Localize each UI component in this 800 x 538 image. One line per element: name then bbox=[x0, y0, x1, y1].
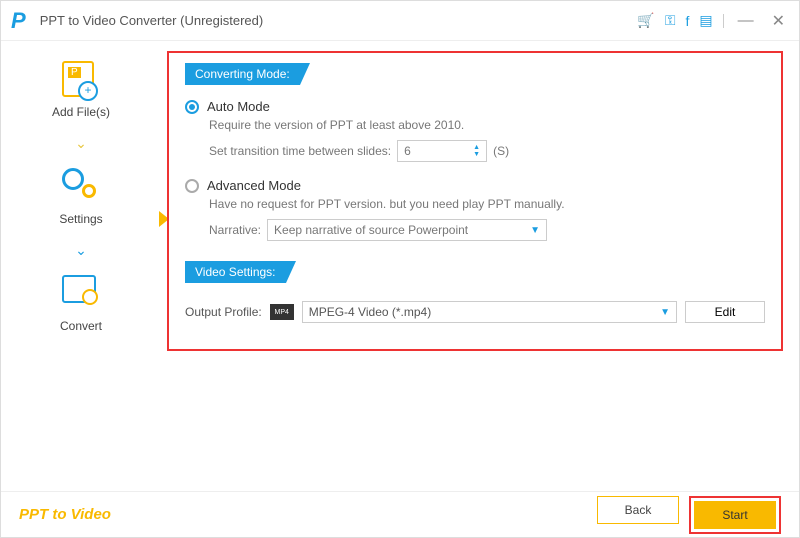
radio-advanced-mode[interactable] bbox=[185, 179, 199, 193]
output-profile-select[interactable]: MPEG-4 Video (*.mp4) ▼ bbox=[302, 301, 677, 323]
advanced-mode-block: Advanced Mode Have no request for PPT ve… bbox=[185, 178, 765, 241]
output-profile-label: Output Profile: bbox=[185, 305, 262, 319]
sidebar-convert[interactable]: Convert bbox=[60, 275, 102, 333]
brand-label: PPT to Video bbox=[19, 506, 111, 523]
facebook-icon[interactable]: f bbox=[685, 13, 689, 29]
narrative-select[interactable]: Keep narrative of source Powerpoint ▼ bbox=[267, 219, 547, 241]
window-title: PPT to Video Converter (Unregistered) bbox=[40, 13, 264, 28]
cart-icon[interactable]: 🛒 bbox=[637, 12, 654, 29]
close-icon[interactable]: ✕ bbox=[768, 11, 789, 31]
chevron-down-icon: ⌄ bbox=[75, 135, 87, 152]
advanced-mode-title: Advanced Mode bbox=[207, 178, 301, 193]
auto-mode-block: Auto Mode Require the version of PPT at … bbox=[185, 99, 765, 162]
sidebar-settings[interactable]: Settings bbox=[59, 168, 102, 226]
titlebar-actions: 🛒 ⚿ f ▤ — ✕ bbox=[637, 11, 789, 31]
dropdown-icon: ▼ bbox=[660, 307, 670, 318]
logo: P bbox=[11, 8, 26, 34]
transition-row: Set transition time between slides: 6 ▲▼… bbox=[209, 140, 765, 162]
settings-icon bbox=[62, 168, 100, 206]
converting-mode-heading: Converting Mode: bbox=[185, 63, 300, 85]
video-settings-section: Video Settings: Output Profile: MP4 MPEG… bbox=[185, 261, 765, 323]
minimize-icon[interactable]: — bbox=[734, 12, 758, 30]
main-panel: Converting Mode: Auto Mode Require the v… bbox=[161, 41, 799, 491]
narrative-row: Narrative: Keep narrative of source Powe… bbox=[209, 219, 765, 241]
transition-unit: (S) bbox=[493, 144, 509, 158]
add-file-icon bbox=[62, 61, 100, 99]
key-icon[interactable]: ⚿ bbox=[665, 12, 676, 29]
narrative-label: Narrative: bbox=[209, 223, 261, 237]
dropdown-icon: ▼ bbox=[530, 225, 540, 236]
advanced-mode-radio-row[interactable]: Advanced Mode bbox=[185, 178, 765, 193]
body: Add File(s) ⌄ Settings ⌄ Convert Convert… bbox=[1, 41, 799, 491]
transition-value: 6 bbox=[404, 144, 411, 158]
video-settings-heading: Video Settings: bbox=[185, 261, 286, 283]
start-highlight: Start bbox=[689, 496, 781, 534]
start-button[interactable]: Start bbox=[694, 501, 776, 529]
separator bbox=[723, 14, 724, 28]
feedback-icon[interactable]: ▤ bbox=[699, 12, 712, 29]
output-profile-row: Output Profile: MP4 MPEG-4 Video (*.mp4)… bbox=[185, 301, 765, 323]
settings-panel: Converting Mode: Auto Mode Require the v… bbox=[167, 51, 783, 351]
auto-mode-desc: Require the version of PPT at least abov… bbox=[209, 118, 765, 132]
sidebar-add-files[interactable]: Add File(s) bbox=[52, 61, 110, 119]
spinner-icon[interactable]: ▲▼ bbox=[473, 144, 480, 158]
sidebar: Add File(s) ⌄ Settings ⌄ Convert bbox=[1, 41, 161, 491]
convert-icon bbox=[62, 275, 100, 313]
titlebar: P PPT to Video Converter (Unregistered) … bbox=[1, 1, 799, 41]
transition-time-input[interactable]: 6 ▲▼ bbox=[397, 140, 487, 162]
narrative-value: Keep narrative of source Powerpoint bbox=[274, 223, 468, 237]
back-button[interactable]: Back bbox=[597, 496, 679, 524]
app-window: P PPT to Video Converter (Unregistered) … bbox=[0, 0, 800, 538]
auto-mode-radio-row[interactable]: Auto Mode bbox=[185, 99, 765, 114]
edit-button[interactable]: Edit bbox=[685, 301, 765, 323]
footer: PPT to Video Back Start bbox=[1, 491, 799, 537]
settings-label: Settings bbox=[59, 212, 102, 226]
convert-label: Convert bbox=[60, 319, 102, 333]
output-profile-value: MPEG-4 Video (*.mp4) bbox=[309, 305, 432, 319]
auto-mode-title: Auto Mode bbox=[207, 99, 270, 114]
transition-label: Set transition time between slides: bbox=[209, 144, 391, 158]
mp4-icon: MP4 bbox=[270, 304, 294, 320]
radio-auto-mode[interactable] bbox=[185, 100, 199, 114]
add-file-label: Add File(s) bbox=[52, 105, 110, 119]
advanced-mode-desc: Have no request for PPT version. but you… bbox=[209, 197, 765, 211]
chevron-down-icon: ⌄ bbox=[75, 242, 87, 259]
footer-buttons: Back Start bbox=[597, 496, 781, 534]
